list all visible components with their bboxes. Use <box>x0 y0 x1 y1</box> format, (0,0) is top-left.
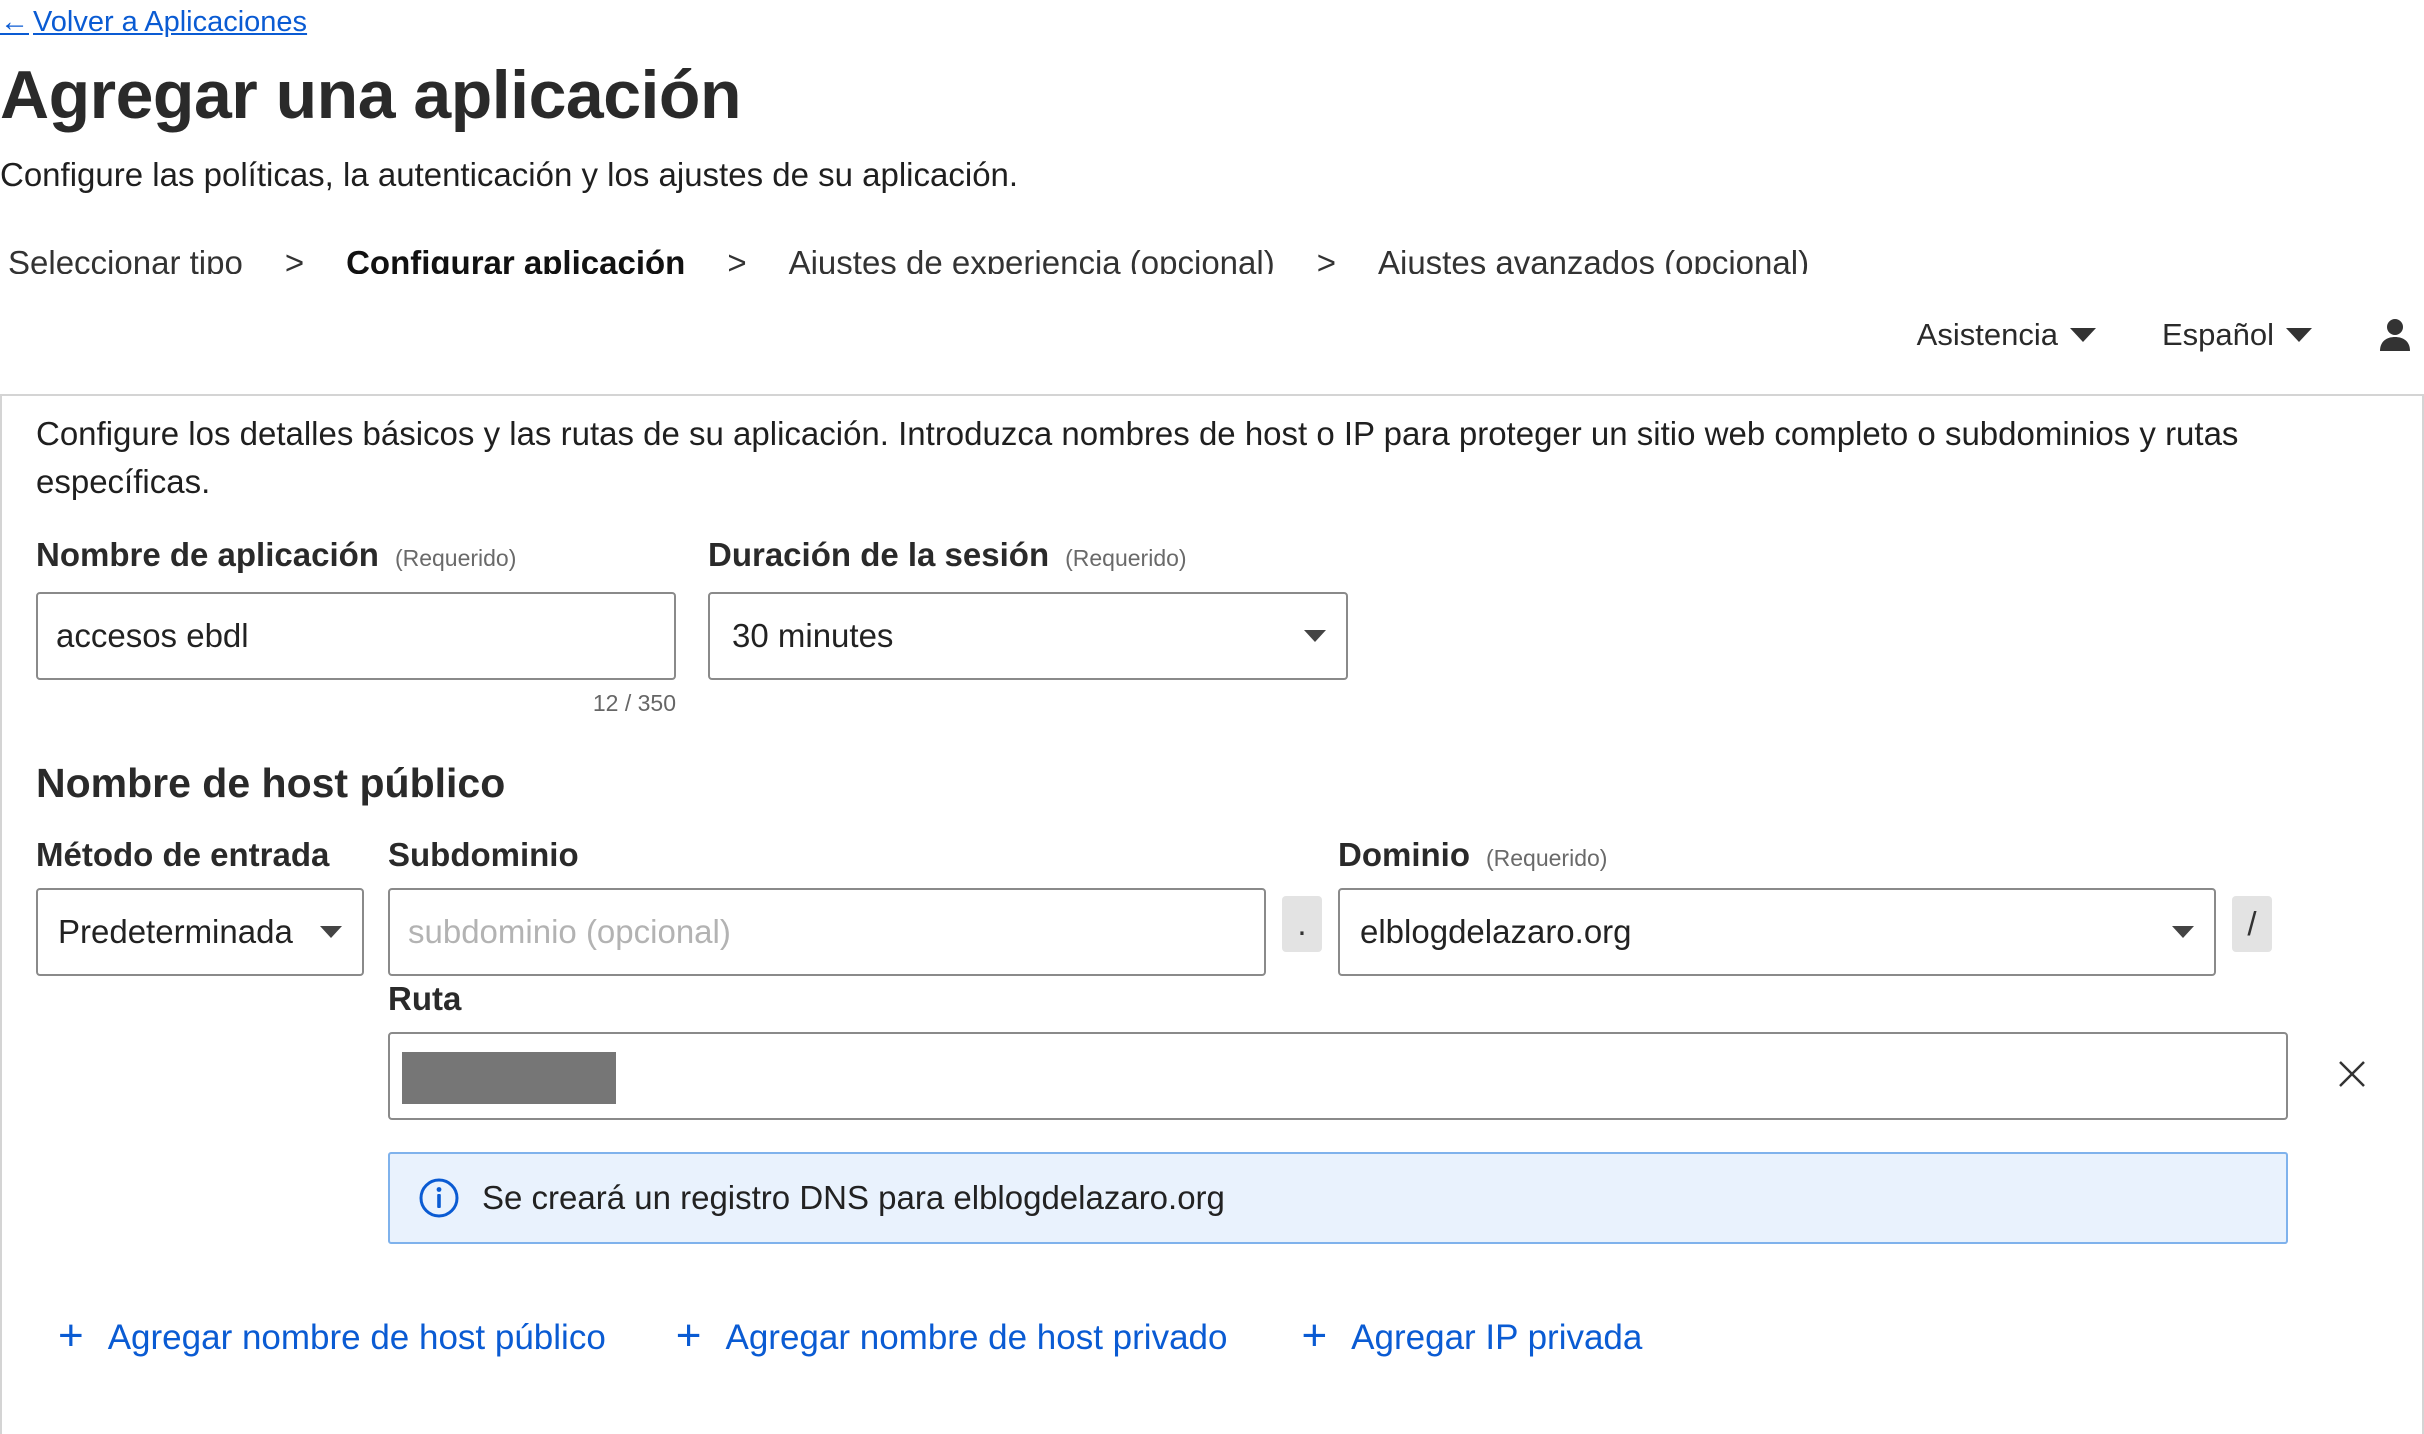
back-link-label: Volver a Aplicaciones <box>33 6 308 38</box>
arrow-left-icon: ← <box>0 6 29 38</box>
dns-info-banner: Se creará un registro DNS para elblogdel… <box>388 1152 2288 1244</box>
session-duration-label: Duración de la sesión (Requerido) <box>708 536 1187 574</box>
caret-down-icon <box>2172 926 2194 938</box>
app-name-input[interactable]: accesos ebdl <box>36 592 676 680</box>
subdomain-label-text: Subdominio <box>388 836 579 873</box>
domain-label: Dominio (Requerido) <box>1338 836 1607 874</box>
caret-down-icon <box>1304 630 1326 642</box>
caret-down-icon <box>2286 328 2312 342</box>
app-name-label-text: Nombre de aplicación <box>36 536 379 573</box>
user-icon[interactable] <box>2378 317 2412 353</box>
page-subtitle: Configure las políticas, la autenticació… <box>0 156 1019 193</box>
add-private-hostname-button[interactable]: + Agregar nombre de host privado <box>676 1314 1228 1358</box>
subdomain-placeholder: subdominio (opcional) <box>408 913 731 950</box>
step-separator: > <box>1316 244 1336 274</box>
add-private-ip-button[interactable]: + Agregar IP privada <box>1301 1314 1643 1358</box>
path-input[interactable] <box>388 1032 2288 1120</box>
form-intro: Configure los detalles básicos y las rut… <box>36 415 2239 500</box>
public-hostname-title: Nombre de host público <box>36 760 506 806</box>
dot-separator: . <box>1282 896 1322 952</box>
app-name-char-counter: 12 / 350 <box>592 690 676 716</box>
dns-info-text: Se creará un registro DNS para elblogdel… <box>482 1179 1225 1216</box>
required-tag: (Requerido) <box>1065 545 1187 571</box>
add-public-hostname-label: Agregar nombre de host público <box>107 1318 606 1357</box>
domain-value: elblogdelazaro.org <box>1360 913 1632 950</box>
input-method-label-text: Método de entrada <box>36 836 330 873</box>
subdomain-label: Subdominio <box>388 836 579 874</box>
back-to-applications-link[interactable]: ← Volver a Aplicaciones <box>0 6 307 39</box>
app-name-label: Nombre de aplicación (Requerido) <box>36 536 516 574</box>
plus-icon: + <box>58 1311 84 1360</box>
step-separator: > <box>727 244 747 274</box>
path-label-text: Ruta <box>388 980 462 1017</box>
required-tag: (Requerido) <box>1485 845 1608 871</box>
page-title: Agregar una aplicación <box>0 57 741 133</box>
caret-down-icon <box>2069 328 2096 342</box>
domain-select[interactable]: elblogdelazaro.org <box>1338 888 2216 976</box>
step-select-type[interactable]: Seleccionar tipo <box>8 244 243 274</box>
plus-icon: + <box>675 1311 702 1360</box>
input-method-label: Método de entrada <box>36 836 329 874</box>
slash-separator: / <box>2232 896 2272 952</box>
add-public-hostname-button[interactable]: + Agregar nombre de host público <box>58 1314 606 1358</box>
step-advanced-settings[interactable]: Ajustes avanzados (opcional) <box>1378 244 1809 274</box>
info-icon <box>419 1178 459 1218</box>
step-experience-settings[interactable]: Ajustes de experiencia (opcional) <box>789 244 1275 274</box>
add-actions: + Agregar nombre de host público + Agreg… <box>58 1314 1643 1358</box>
support-menu[interactable]: Asistencia <box>1917 317 2096 353</box>
language-menu[interactable]: Español <box>2162 317 2312 353</box>
support-menu-label: Asistencia <box>1916 317 2058 352</box>
step-separator: > <box>284 244 305 274</box>
close-icon[interactable] <box>2336 1058 2368 1090</box>
domain-label-text: Dominio <box>1338 836 1470 873</box>
caret-down-icon <box>320 926 342 938</box>
add-private-hostname-label: Agregar nombre de host privado <box>725 1318 1228 1357</box>
step-configure-application[interactable]: Configurar aplicación <box>346 244 685 274</box>
session-duration-value: 30 minutes <box>732 617 894 654</box>
input-method-select[interactable]: Predeterminada <box>36 888 364 976</box>
path-label: Ruta <box>388 980 461 1018</box>
input-method-value: Predeterminada <box>58 913 293 950</box>
plus-icon: + <box>1301 1311 1328 1360</box>
app-name-value: accesos ebdl <box>56 617 249 654</box>
configure-application-card: Configure los detalles básicos y las rut… <box>0 394 2424 1434</box>
redacted-path-value <box>402 1052 616 1104</box>
top-bar: Asistencia Español <box>1917 305 2424 365</box>
required-tag: (Requerido) <box>394 545 517 571</box>
session-duration-label-text: Duración de la sesión <box>708 536 1050 573</box>
subdomain-input[interactable]: subdominio (opcional) <box>388 888 1266 976</box>
session-duration-select[interactable]: 30 minutes <box>708 592 1348 680</box>
add-private-ip-label: Agregar IP privada <box>1351 1318 1643 1357</box>
language-menu-label: Español <box>2161 317 2274 352</box>
wizard-stepper: Seleccionar tipo > Configurar aplicación… <box>8 244 1809 274</box>
